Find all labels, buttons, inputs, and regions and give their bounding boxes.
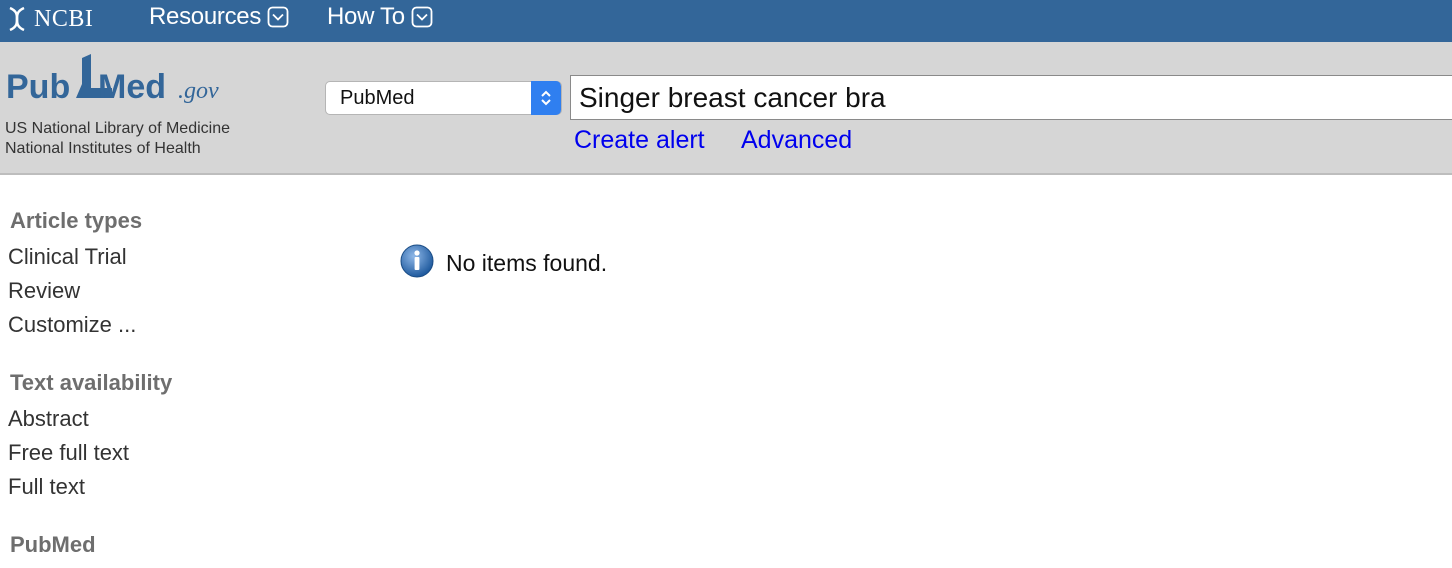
ncbi-logo-text: NCBI <box>34 5 94 32</box>
up-down-arrows-icon <box>531 81 561 115</box>
filter-review[interactable]: Review <box>8 278 80 304</box>
org-line-nlm: US National Library of Medicine <box>5 120 230 137</box>
dna-helix-icon <box>9 6 25 32</box>
ncbi-top-bar: NCBI Resources How To <box>0 0 1452 42</box>
filter-full-text[interactable]: Full text <box>8 474 85 500</box>
database-select[interactable]: PubMed <box>325 81 562 115</box>
pubmed-logo[interactable]: Pub Med .gov <box>6 54 236 114</box>
filter-heading-text-availability: Text availability <box>10 370 173 395</box>
logo-med-text: Med <box>98 68 166 106</box>
org-line-nih: National Institutes of Health <box>5 140 201 157</box>
search-header: Pub Med .gov US National Library of Medi… <box>0 42 1452 175</box>
filter-clinical-trial[interactable]: Clinical Trial <box>8 244 127 270</box>
advanced-search-link[interactable]: Advanced <box>741 126 852 155</box>
filter-abstract[interactable]: Abstract <box>8 406 89 432</box>
logo-gov-text: .gov <box>178 78 219 104</box>
resources-menu-label: Resources <box>149 3 262 30</box>
filter-free-full-text[interactable]: Free full text <box>8 440 129 466</box>
how-to-menu-label: How To <box>327 3 405 30</box>
resources-menu[interactable]: Resources <box>149 0 289 34</box>
filter-heading-article-types: Article types <box>10 208 143 233</box>
filter-customize-article-types[interactable]: Customize ... <box>8 312 136 338</box>
no-results-message: No items found. <box>400 244 607 278</box>
search-input[interactable]: Singer breast cancer bra <box>570 75 1452 120</box>
database-select-value: PubMed <box>340 86 415 109</box>
search-input-value: Singer breast cancer bra <box>579 81 886 113</box>
chevron-down-icon <box>267 6 289 28</box>
ncbi-home-link[interactable]: NCBI <box>6 2 93 36</box>
create-alert-link[interactable]: Create alert <box>574 126 705 155</box>
logo-pub-text: Pub <box>6 68 70 106</box>
filter-heading-pubmed: PubMed <box>10 532 96 557</box>
how-to-menu[interactable]: How To <box>327 0 433 34</box>
no-items-found-text: No items found. <box>446 249 608 276</box>
chevron-down-icon <box>411 6 433 28</box>
info-icon <box>400 244 434 278</box>
